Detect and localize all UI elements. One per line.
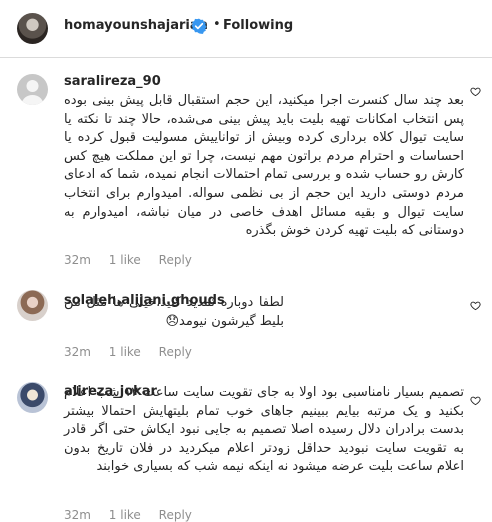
comment-time[interactable]: 32m [64, 345, 91, 359]
comment-meta: 32m 1 like Reply [64, 253, 206, 267]
comment-username[interactable]: saralireza_90 [64, 74, 161, 89]
author-avatar[interactable] [17, 13, 48, 44]
comment-meta: 32m 1 like Reply [64, 345, 206, 359]
reply-button[interactable]: Reply [159, 253, 192, 267]
author-username[interactable]: homayounshajarian [64, 18, 208, 33]
comment-time[interactable]: 32m [64, 253, 91, 267]
comment-text: بعد چند سال کنسرت اجرا میکنید، این حجم ا… [64, 93, 464, 239]
heart-outline-icon[interactable] [470, 300, 481, 311]
following-button[interactable]: Following [223, 18, 293, 33]
header-separator: • [213, 17, 221, 32]
default-avatar-icon [21, 80, 44, 105]
post-header: homayounshajarian • Following [0, 0, 492, 58]
commenter-avatar[interactable] [17, 382, 48, 413]
comment-likes[interactable]: 1 like [109, 253, 141, 267]
comment-text: تصمیم بسیار نامناسبی بود اولا به جای تقو… [64, 385, 464, 475]
heart-outline-icon[interactable] [470, 395, 481, 406]
comment-text: لطفا دوباره تمدید کنید،خیلی ها مثل من بل… [64, 295, 284, 329]
reply-button[interactable]: Reply [159, 345, 192, 359]
comment-likes[interactable]: 1 like [109, 345, 141, 359]
heart-outline-icon[interactable] [470, 86, 481, 97]
verified-badge-icon [191, 18, 207, 34]
commenter-avatar[interactable] [17, 74, 48, 105]
commenter-avatar[interactable] [17, 290, 48, 321]
